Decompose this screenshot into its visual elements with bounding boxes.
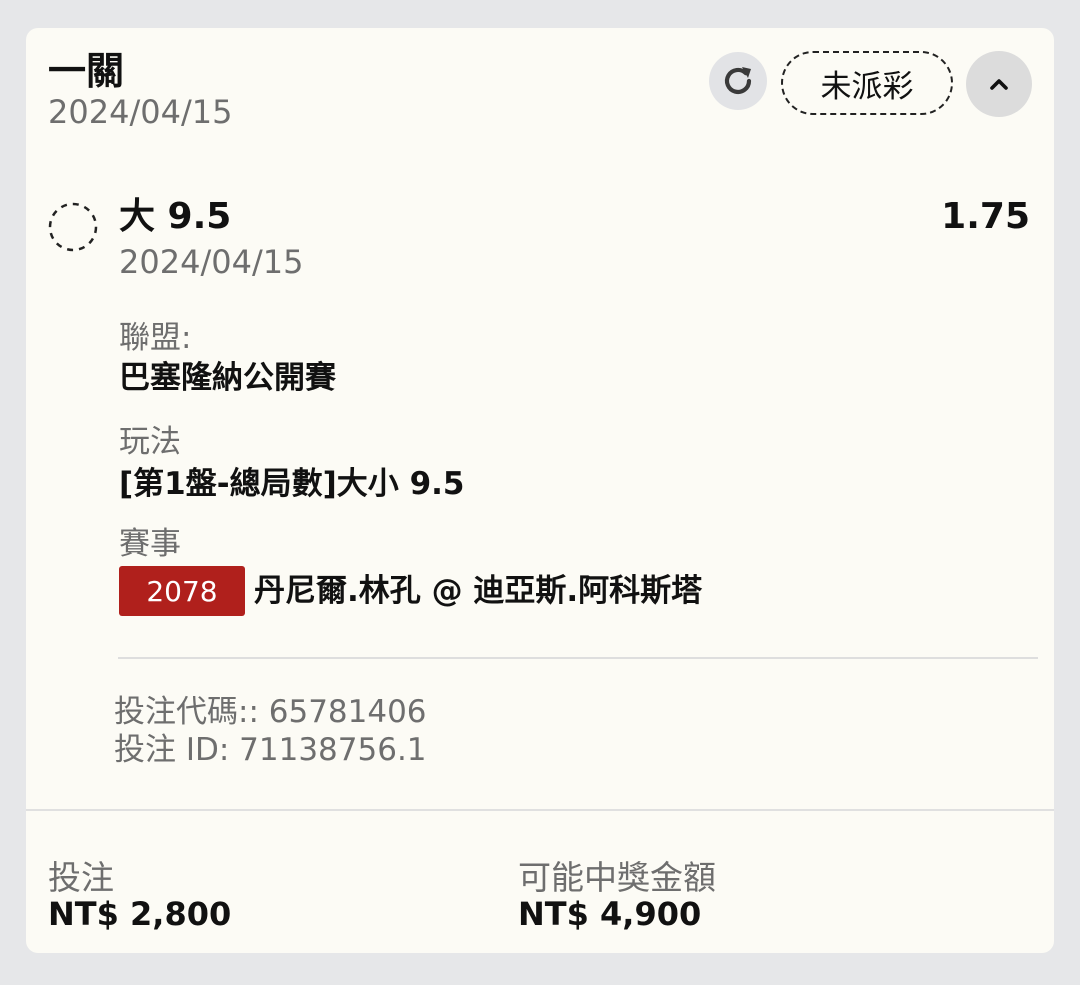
refresh-button[interactable] <box>709 52 767 110</box>
selection-odds: 1.75 <box>941 196 1030 237</box>
selection-date: 2024/04/15 <box>119 243 304 281</box>
collapse-button[interactable] <box>966 51 1032 117</box>
chevron-up-icon <box>990 79 1008 90</box>
stake-label: 投注 <box>48 858 114 897</box>
payout-label: 可能中獎金額 <box>518 858 716 897</box>
bet-type-title: 一關 <box>48 49 125 93</box>
stake-value: NT$ 2,800 <box>48 895 232 933</box>
league-value: 巴塞隆納公開賽 <box>119 360 336 396</box>
selection-name: 大 9.5 <box>119 196 232 237</box>
status-badge: 未派彩 <box>781 51 953 115</box>
divider <box>118 657 1038 659</box>
event-label: 賽事 <box>119 526 181 562</box>
refresh-icon <box>724 67 752 95</box>
footer-divider <box>26 809 1054 811</box>
payout-value: NT$ 4,900 <box>518 895 702 933</box>
bet-date: 2024/04/15 <box>48 93 233 131</box>
league-label: 聯盟: <box>119 320 192 356</box>
bet-card: 一關 2024/04/15 未派彩 大 9.5 1.75 2024/04/15 … <box>26 28 1054 953</box>
bet-id: 投注 ID: 71138756.1 <box>114 732 427 768</box>
bet-code: 投注代碼:: 65781406 <box>114 694 427 730</box>
event-number-badge: 2078 <box>119 566 245 616</box>
pending-circle-icon <box>48 202 98 252</box>
market-value: [第1盤-總局數]大小 9.5 <box>119 466 465 502</box>
event-teams: 丹尼爾.林孔 @ 迪亞斯.阿科斯塔 <box>254 573 703 609</box>
market-label: 玩法 <box>119 424 181 460</box>
